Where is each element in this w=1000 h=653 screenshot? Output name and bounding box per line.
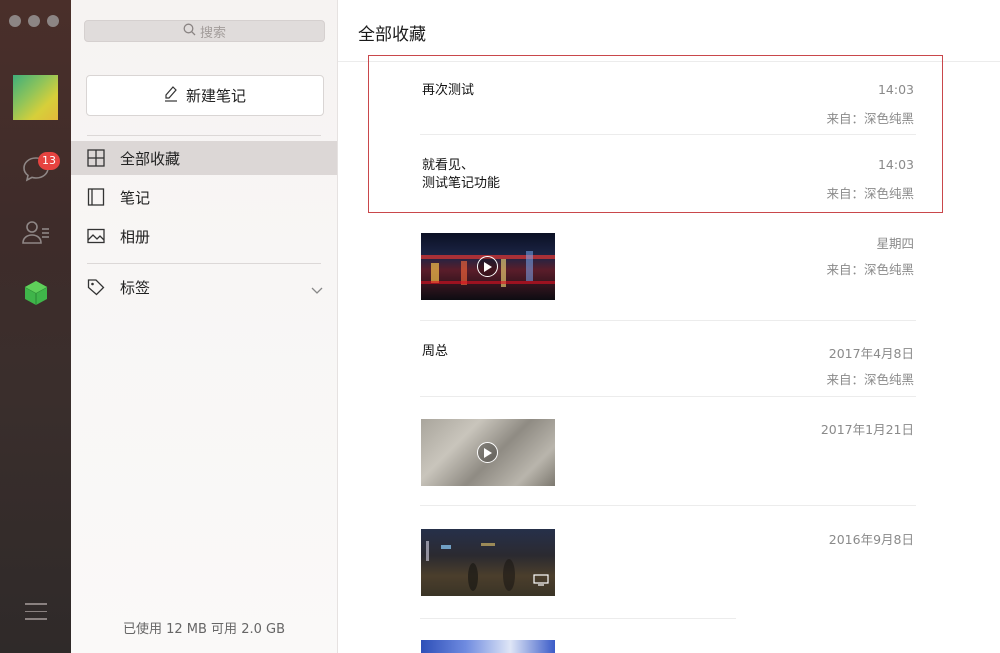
item-source: 来自：深色纯黑 <box>826 262 914 277</box>
item-time: 2016年9月8日 <box>828 532 914 547</box>
sidebar-item-all-favorites[interactable]: 全部收藏 <box>71 141 337 175</box>
item-divider <box>420 505 916 506</box>
item-time: 星期四 <box>876 236 914 251</box>
grid-icon <box>86 148 106 168</box>
image-icon <box>86 226 106 246</box>
window-controls <box>9 15 59 27</box>
new-note-button[interactable]: 新建笔记 <box>86 75 324 116</box>
video-thumbnail[interactable] <box>421 419 555 486</box>
zoom-window-button[interactable] <box>47 15 59 27</box>
highlight-box <box>368 55 943 213</box>
list-item[interactable]: 2017年1月21日 <box>420 419 916 507</box>
screen-icon <box>533 571 549 590</box>
close-window-button[interactable] <box>9 15 21 27</box>
play-icon <box>477 442 498 463</box>
list-item[interactable]: 星期四 来自：深色纯黑 <box>420 233 916 323</box>
new-note-label: 新建笔记 <box>185 87 246 105</box>
item-time: 2017年1月21日 <box>820 422 914 437</box>
app-rail: 13 <box>0 0 71 653</box>
sidebar-item-notes[interactable]: 笔记 <box>71 180 337 214</box>
tag-icon <box>86 277 106 297</box>
item-divider <box>420 320 916 321</box>
sidebar-item-album[interactable]: 相册 <box>71 219 337 253</box>
avatar[interactable] <box>13 75 58 120</box>
pen-icon <box>164 85 178 106</box>
play-icon <box>477 256 498 277</box>
list-item[interactable]: 周总 2017年4月8日 来自：深色纯黑 <box>420 343 916 397</box>
favorites-list-panel: 全部收藏 再次测试 14:03 来自：深色纯黑 就看见、 测试笔记功能 14:0… <box>338 0 1000 653</box>
sidebar-item-label: 笔记 <box>120 188 151 207</box>
search-placeholder: 搜索 <box>199 25 226 41</box>
unread-badge: 13 <box>38 152 60 170</box>
favorites-cube-icon[interactable] <box>17 276 55 310</box>
storage-info: 已使用 12 MB 可用 2.0 GB <box>122 622 285 637</box>
item-source: 来自：深色纯黑 <box>826 372 914 387</box>
favorites-sidebar: 搜索 新建笔记 全部收藏 笔记 相册 标签 已使用 12 MB 可用 2.0 G… <box>71 0 338 653</box>
divider <box>87 263 321 264</box>
contacts-icon[interactable] <box>17 215 55 249</box>
page-title: 全部收藏 <box>358 25 426 45</box>
chevron-down-icon[interactable] <box>311 281 323 299</box>
sidebar-item-tags[interactable]: 标签 <box>71 270 337 304</box>
sidebar-item-label: 相册 <box>120 227 151 246</box>
video-thumbnail[interactable] <box>421 233 555 300</box>
search-icon <box>183 23 196 40</box>
sidebar-item-label: 标签 <box>120 278 151 297</box>
item-divider <box>420 618 736 619</box>
sidebar-item-label: 全部收藏 <box>120 149 181 168</box>
item-divider <box>420 396 916 397</box>
video-thumbnail[interactable] <box>421 640 555 653</box>
divider <box>87 135 321 136</box>
item-title: 周总 <box>422 344 449 359</box>
search-input[interactable]: 搜索 <box>84 20 325 42</box>
minimize-window-button[interactable] <box>28 15 40 27</box>
video-thumbnail[interactable] <box>421 529 555 596</box>
notebook-icon <box>86 187 106 207</box>
menu-icon[interactable] <box>25 603 47 626</box>
item-time: 2017年4月8日 <box>828 346 914 361</box>
list-item[interactable]: 2016年9月8日 <box>420 529 916 629</box>
